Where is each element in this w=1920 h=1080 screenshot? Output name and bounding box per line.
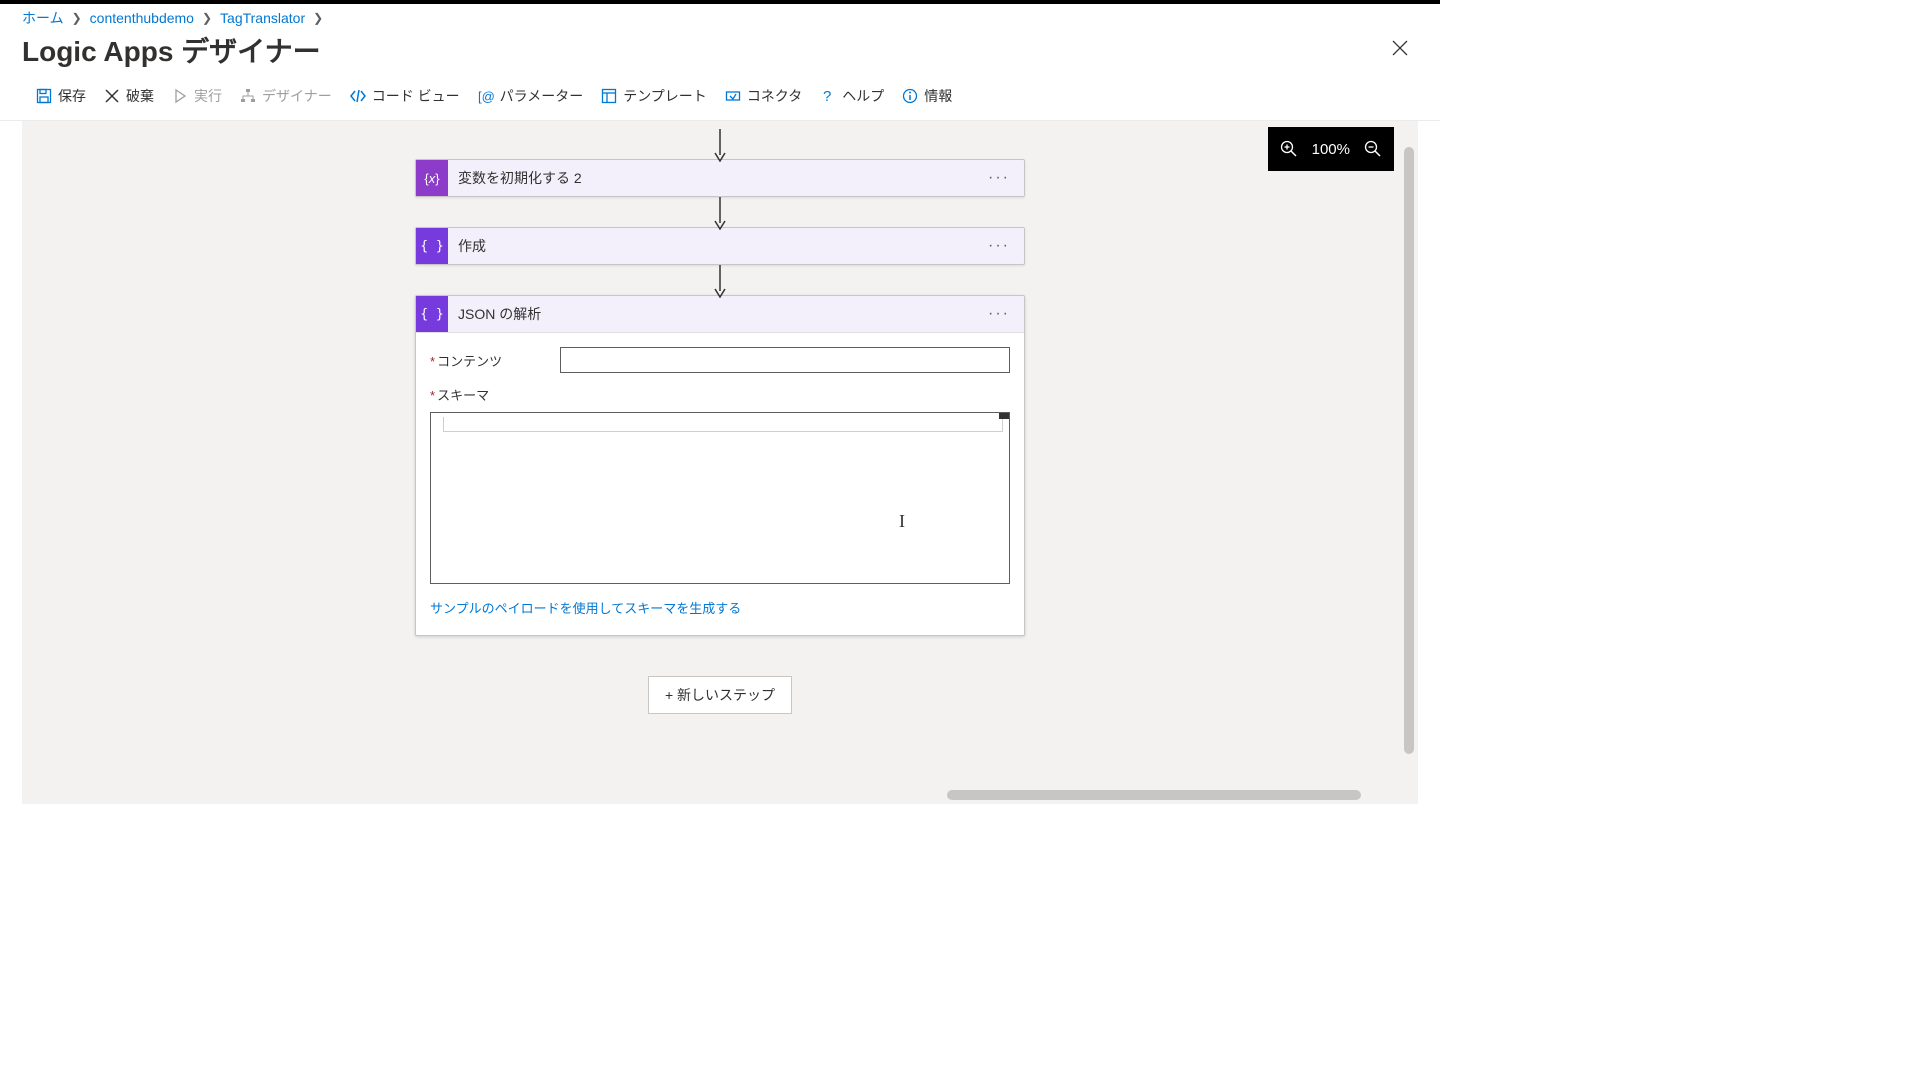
info-button[interactable]: 情報 (894, 82, 960, 110)
parameters-label: パラメーター (500, 86, 584, 106)
help-icon: ? (820, 88, 836, 104)
breadcrumb-item-contenthub[interactable]: contenthubdemo (90, 10, 194, 26)
templates-icon (601, 88, 617, 104)
run-button: 実行 (164, 82, 230, 110)
content-field-label: *コンテンツ (430, 351, 560, 370)
connectors-icon (725, 88, 741, 104)
discard-label: 破棄 (126, 86, 154, 106)
info-label: 情報 (924, 86, 952, 106)
code-view-button[interactable]: コード ビュー (342, 82, 468, 110)
parameters-button[interactable]: [@] パラメーター (470, 82, 592, 110)
help-button[interactable]: ? ヘルプ (812, 82, 892, 110)
close-icon (1392, 40, 1408, 56)
connectors-label: コネクタ (747, 86, 802, 106)
step-menu-button[interactable]: ··· (974, 305, 1024, 323)
schema-field-label: *スキーマ (430, 385, 1010, 404)
step-body: *コンテンツ *スキーマ I サンプルのペイロードを使用してスキー (416, 333, 1024, 635)
parse-json-icon: { } (416, 296, 448, 332)
code-view-label: コード ビュー (372, 86, 460, 106)
close-button[interactable] (1382, 34, 1418, 67)
templates-button[interactable]: テンプレート (593, 82, 715, 110)
step-menu-button[interactable]: ··· (974, 237, 1024, 255)
schema-input[interactable]: I (430, 412, 1010, 584)
save-label: 保存 (58, 86, 86, 106)
breadcrumb-item-tagtranslator[interactable]: TagTranslator (220, 10, 305, 26)
generate-schema-link[interactable]: サンプルのペイロードを使用してスキーマを生成する (430, 598, 1010, 617)
flow-arrow (719, 269, 721, 293)
variable-icon: {x} (416, 160, 448, 196)
step-title: JSON の解析 (448, 304, 974, 324)
vertical-scrollbar[interactable] (1402, 147, 1416, 754)
chevron-right-icon: ❯ (72, 11, 82, 25)
run-label: 実行 (194, 86, 222, 106)
code-icon (350, 88, 366, 104)
content-input[interactable] (560, 347, 1010, 373)
designer-canvas[interactable]: 100% {x} 変数を初期化する 2 ··· (22, 121, 1418, 804)
breadcrumb: ホーム ❯ contenthubdemo ❯ TagTranslator ❯ (0, 4, 1440, 28)
horizontal-scrollbar[interactable] (22, 788, 1402, 802)
templates-label: テンプレート (623, 86, 707, 106)
flow-arrow (719, 133, 721, 157)
discard-button[interactable]: 破棄 (96, 82, 162, 110)
play-icon (172, 88, 188, 104)
help-label: ヘルプ (842, 86, 884, 106)
parameters-icon: [@] (478, 88, 494, 104)
connectors-button[interactable]: コネクタ (717, 82, 810, 110)
text-cursor-icon: I (899, 511, 905, 532)
info-icon (902, 88, 918, 104)
svg-text:[@]: [@] (478, 89, 494, 104)
new-step-button[interactable]: + 新しいステップ (648, 676, 792, 714)
svg-text:?: ? (823, 88, 831, 104)
step-title: 変数を初期化する 2 (448, 168, 974, 188)
discard-icon (104, 88, 120, 104)
chevron-right-icon: ❯ (202, 11, 212, 25)
page-title: Logic Apps デザイナー (22, 30, 1382, 70)
step-initialize-variable[interactable]: {x} 変数を初期化する 2 ··· (415, 159, 1025, 197)
designer-icon (240, 88, 256, 104)
step-menu-button[interactable]: ··· (974, 169, 1024, 187)
designer-button: デザイナー (232, 82, 340, 110)
step-title: 作成 (448, 236, 974, 256)
designer-label: デザイナー (262, 86, 332, 106)
step-compose[interactable]: { } 作成 ··· (415, 227, 1025, 265)
step-parse-json[interactable]: { } JSON の解析 ··· *コンテンツ *スキーマ (415, 295, 1025, 636)
chevron-right-icon: ❯ (313, 11, 323, 25)
toolbar: 保存 破棄 実行 デザイナー コード ビュー (0, 76, 1440, 121)
flow-arrow (719, 201, 721, 225)
breadcrumb-home[interactable]: ホーム (22, 8, 64, 28)
save-icon (36, 88, 52, 104)
compose-icon: { } (416, 228, 448, 264)
save-button[interactable]: 保存 (28, 82, 94, 110)
